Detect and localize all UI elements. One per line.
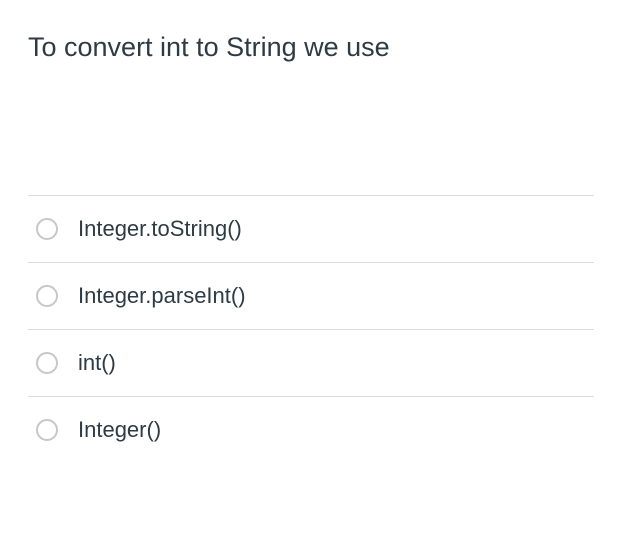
radio-icon[interactable]	[36, 352, 58, 374]
radio-icon[interactable]	[36, 218, 58, 240]
options-list: Integer.toString() Integer.parseInt() in…	[28, 195, 594, 463]
option-row[interactable]: Integer.toString()	[28, 195, 594, 262]
question-text: To convert int to String we use	[28, 30, 594, 65]
option-row[interactable]: Integer()	[28, 396, 594, 463]
option-row[interactable]: Integer.parseInt()	[28, 262, 594, 329]
option-label: Integer.parseInt()	[78, 283, 246, 309]
option-label: Integer.toString()	[78, 216, 242, 242]
option-label: int()	[78, 350, 116, 376]
radio-icon[interactable]	[36, 419, 58, 441]
option-row[interactable]: int()	[28, 329, 594, 396]
option-label: Integer()	[78, 417, 161, 443]
radio-icon[interactable]	[36, 285, 58, 307]
